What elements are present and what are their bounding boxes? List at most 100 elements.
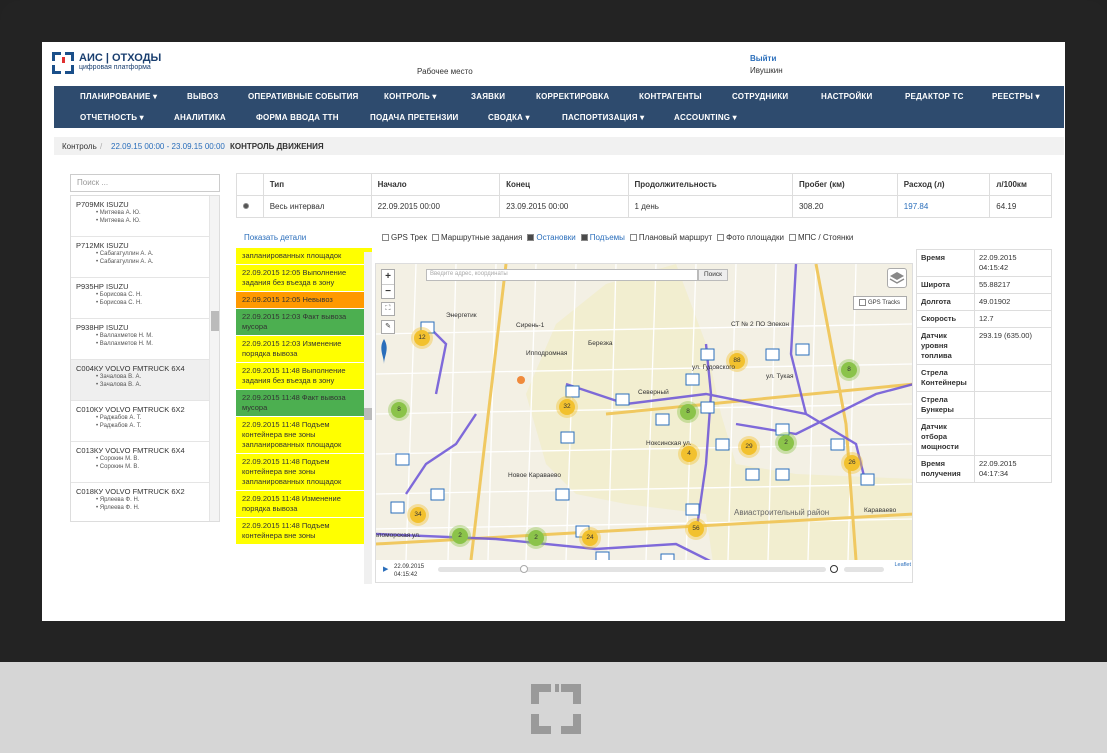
filter-checkbox[interactable] bbox=[629, 234, 637, 241]
workplace-label: Рабочее место bbox=[417, 67, 473, 76]
filter-label[interactable]: Плановый маршрут bbox=[639, 233, 712, 242]
map-cluster-marker[interactable]: 12 bbox=[414, 330, 430, 346]
nav-item[interactable]: РЕДАКТОР ТС bbox=[905, 92, 964, 101]
map-cluster-marker[interactable]: 8 bbox=[841, 362, 857, 378]
logo-subtitle: цифровая платформа bbox=[79, 64, 151, 71]
map-cluster-marker[interactable]: 29 bbox=[741, 439, 757, 455]
nav-item[interactable]: ПОДАЧА ПРЕТЕНЗИИ bbox=[370, 113, 459, 122]
logout-link[interactable]: Выйти bbox=[750, 54, 776, 63]
event-item[interactable]: 22.09.2015 11:48 Изменение порядка вывоз… bbox=[236, 491, 372, 518]
zoom-out-button[interactable]: − bbox=[382, 284, 394, 298]
speed-control-icon[interactable] bbox=[830, 565, 838, 573]
filter-label[interactable]: Маршрутные задания bbox=[441, 233, 522, 242]
filter-checkbox[interactable] bbox=[580, 234, 588, 241]
summary-cell: Весь интервал bbox=[262, 195, 372, 218]
nav-item[interactable]: СВОДКА ▾ bbox=[488, 113, 530, 122]
play-icon[interactable]: ▶ bbox=[383, 565, 388, 573]
gps-tracks-checkbox[interactable] bbox=[859, 299, 866, 306]
nav-item[interactable]: ПЛАНИРОВАНИЕ ▾ bbox=[80, 92, 157, 101]
map-cluster-marker[interactable]: 26 bbox=[844, 455, 860, 471]
event-item[interactable]: запланированных площадок bbox=[236, 248, 372, 265]
filter-checkbox[interactable] bbox=[527, 234, 535, 241]
nav-item[interactable]: ОТЧЕТНОСТЬ ▾ bbox=[80, 113, 144, 122]
filter-label[interactable]: GPS Трек bbox=[391, 233, 427, 242]
filter-checkbox[interactable] bbox=[717, 234, 725, 241]
event-item[interactable]: 22.09.2015 11:48 Подъем контейнера вне з… bbox=[236, 417, 372, 454]
event-item[interactable]: 22.09.2015 11:48 Факт вывоза мусора bbox=[236, 390, 372, 417]
show-details-link[interactable]: Показать детали bbox=[244, 233, 306, 242]
map-cluster-marker[interactable]: 2 bbox=[778, 435, 794, 451]
nav-item[interactable]: АНАЛИТИКА bbox=[174, 113, 226, 122]
speed-slider[interactable] bbox=[844, 567, 884, 572]
map-cluster-marker[interactable]: 2 bbox=[452, 528, 468, 544]
vehicle-list-item[interactable]: С013КУ VOLVO FMTRUCK 6Х4Сорокин М. В.Сор… bbox=[71, 442, 219, 483]
vehicle-list-item[interactable]: Р938НР ISUZUВаллахметов Н. М.Валлахметов… bbox=[71, 319, 219, 360]
vehicle-search-input[interactable]: Поиск ... bbox=[70, 174, 220, 192]
nav-item[interactable]: СОТРУДНИКИ bbox=[732, 92, 788, 101]
filter-checkbox[interactable] bbox=[788, 234, 796, 241]
fullscreen-icon[interactable]: ⛶ bbox=[381, 302, 395, 316]
timeline-slider[interactable] bbox=[438, 567, 826, 572]
leaflet-attribution[interactable]: Leaflet bbox=[894, 562, 911, 568]
nav-item[interactable]: ЗАЯВКИ bbox=[471, 92, 505, 101]
event-item[interactable]: 22.09.2015 12:03 Изменение порядка вывоз… bbox=[236, 336, 372, 363]
gps-tracks-toggle[interactable]: GPS Tracks bbox=[853, 296, 907, 310]
event-item[interactable]: 22.09.2015 11:48 Выполнение задания без … bbox=[236, 363, 372, 390]
map-cluster-marker[interactable]: 4 bbox=[681, 446, 697, 462]
app-logo[interactable]: АИС | ОТХОДЫ цифровая платформа bbox=[52, 52, 161, 74]
map-cluster-marker[interactable]: 8 bbox=[680, 404, 696, 420]
vehicle-list-scrollbar[interactable] bbox=[209, 196, 219, 521]
filter-label[interactable]: Подъемы bbox=[590, 233, 625, 242]
nav-item[interactable]: КОРРЕКТИРОВКА bbox=[536, 92, 609, 101]
events-scrollbar[interactable] bbox=[364, 252, 372, 584]
summary-cell[interactable]: 197.84 bbox=[896, 195, 991, 218]
vehicle-list-item[interactable]: С018КУ VOLVO FMTRUCK 6Х2Ярлеева Ф. Н.Ярл… bbox=[71, 483, 219, 521]
detail-key: Стрела Бункеры bbox=[916, 391, 975, 419]
nav-item[interactable]: ВЫВОЗ bbox=[187, 92, 218, 101]
map-cluster-marker[interactable]: 32 bbox=[559, 399, 575, 415]
map-view[interactable]: 12 88 32 8 8 29 2 26 34 2 24 56 8 4 2 Энергетик Сирень-… bbox=[375, 263, 913, 583]
event-item[interactable]: 22.09.2015 12:03 Факт вывоза мусора bbox=[236, 309, 372, 336]
map-cluster-marker[interactable]: 34 bbox=[410, 507, 426, 523]
vehicle-list-item[interactable]: С010КУ VOLVO FMTRUCK 6Х2Раджабов А. Т.Ра… bbox=[71, 401, 219, 442]
measure-icon[interactable]: ✎ bbox=[381, 320, 395, 334]
nav-item[interactable]: ОПЕРАТИВНЫЕ СОБЫТИЯ bbox=[248, 92, 358, 101]
vehicle-list-item[interactable]: Р709МК ISUZUМитяева А. Ю.Митяева А. Ю. bbox=[71, 196, 219, 237]
scrollbar-thumb[interactable] bbox=[364, 408, 372, 420]
event-item[interactable]: 22.09.2015 11:48 Подъем контейнера вне з… bbox=[236, 454, 372, 491]
map-cluster-marker[interactable]: 24 bbox=[582, 530, 598, 546]
nav-item[interactable]: КОНТРАГЕНТЫ bbox=[639, 92, 702, 101]
map-cluster-marker[interactable]: 2 bbox=[528, 530, 544, 546]
event-item[interactable]: 22.09.2015 12:05 Невывоз bbox=[236, 292, 372, 309]
vehicle-list: Р709МК ISUZUМитяева А. Ю.Митяева А. Ю.Р7… bbox=[70, 195, 220, 522]
map-address-search-input[interactable]: Введите адрес, координаты bbox=[426, 269, 698, 281]
event-item[interactable]: 22.09.2015 11:48 Подъем контейнера вне з… bbox=[236, 518, 372, 545]
map-cluster-marker[interactable]: 8 bbox=[391, 402, 407, 418]
summary-row-radio[interactable] bbox=[236, 195, 264, 218]
filter-label[interactable]: Остановки bbox=[536, 233, 575, 242]
vehicle-name: Р709МК ISUZU bbox=[76, 200, 129, 209]
map-cluster-marker[interactable]: 56 bbox=[688, 521, 704, 537]
filter-label[interactable]: Фото площадки bbox=[726, 233, 784, 242]
filter-checkbox[interactable] bbox=[431, 234, 439, 241]
filter-checkbox[interactable] bbox=[382, 234, 389, 241]
nav-item[interactable]: ACCOUNTING ▾ bbox=[674, 113, 737, 122]
vehicle-driver: Ярлеева Ф. Н. bbox=[76, 496, 214, 504]
nav-item[interactable]: ПАСПОРТИЗАЦИЯ ▾ bbox=[562, 113, 644, 122]
filter-label[interactable]: МПС / Стоянки bbox=[798, 233, 853, 242]
breadcrumb-date-range[interactable]: 22.09.15 00:00 - 23.09.15 00:00 bbox=[111, 142, 225, 151]
scrollbar-thumb[interactable] bbox=[211, 311, 219, 331]
event-item[interactable]: 22.09.2015 12:05 Выполнение задания без … bbox=[236, 265, 372, 292]
nav-item[interactable]: РЕЕСТРЫ ▾ bbox=[992, 92, 1040, 101]
timeline-slider-handle[interactable] bbox=[520, 565, 528, 573]
zoom-in-button[interactable]: + bbox=[382, 270, 394, 284]
vehicle-list-item[interactable]: Р935НР ISUZUБорисова С. Н.Борисова С. Н. bbox=[71, 278, 219, 319]
map-search-button[interactable]: Поиск bbox=[698, 269, 728, 281]
breadcrumb-root[interactable]: Контроль bbox=[62, 142, 97, 151]
nav-item[interactable]: КОНТРОЛЬ ▾ bbox=[384, 92, 437, 101]
nav-item[interactable]: ФОРМА ВВОДА ТТН bbox=[256, 113, 339, 122]
vehicle-list-item[interactable]: С004КУ VOLVO FMTRUCK 6Х4Зачалова В. А.За… bbox=[71, 360, 219, 401]
nav-item[interactable]: НАСТРОЙКИ bbox=[821, 92, 872, 101]
layers-icon[interactable] bbox=[887, 268, 907, 288]
vehicle-list-item[interactable]: Р712МК ISUZUСабагатуллин А. А.Сабагатулл… bbox=[71, 237, 219, 278]
